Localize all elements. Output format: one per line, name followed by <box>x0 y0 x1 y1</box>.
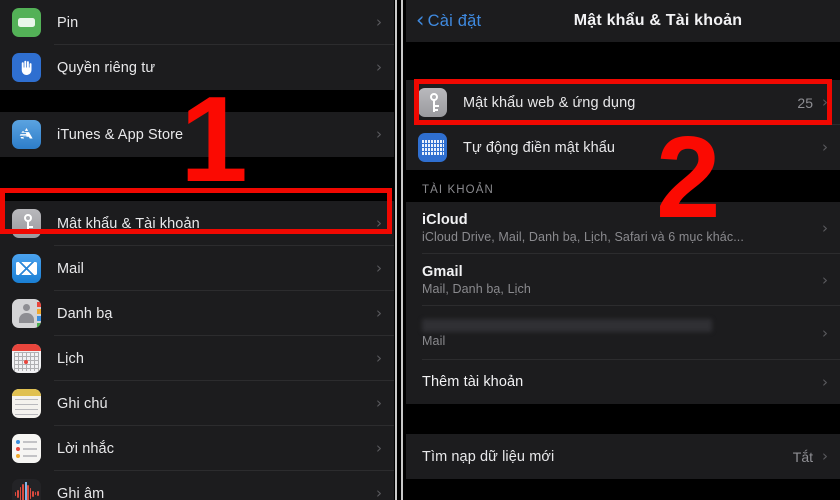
sidebar-item-reminders[interactable]: Lời nhắc › <box>0 426 394 471</box>
row-label: Mật khẩu web & ứng dụng <box>463 94 636 111</box>
fetch-data-group: Tìm nạp dữ liệu mới Tắt › <box>406 434 840 479</box>
sidebar-item-label: Lời nhắc <box>57 440 115 457</box>
page-title: Mật khẩu & Tài khoản <box>573 12 743 29</box>
chevron-right-icon: › <box>376 58 382 76</box>
keyboard-icon <box>418 133 447 162</box>
sidebar-item-label: Lịch <box>57 350 84 367</box>
key-icon <box>418 88 447 117</box>
account-row-redacted[interactable]: Mail › <box>406 306 840 360</box>
accounts-group: iCloud iCloud Drive, Mail, Danh bạ, Lịch… <box>406 202 840 404</box>
mail-icon <box>12 254 41 283</box>
sidebar-item-mail[interactable]: Mail › <box>0 246 394 291</box>
row-autofill-passwords[interactable]: Tự động điền mật khẩu › <box>406 125 840 170</box>
add-account-label: Thêm tài khoản <box>422 374 524 390</box>
reminders-icon <box>12 434 41 463</box>
settings-group-system: Pin › Quyền riêng tư › <box>0 0 394 90</box>
row-website-app-passwords[interactable]: Mật khẩu web & ứng dụng 25 › <box>406 80 840 125</box>
panel-divider <box>394 0 406 500</box>
sidebar-item-label: Mật khẩu & Tài khoản <box>57 215 200 232</box>
account-title: iCloud <box>422 212 468 228</box>
chevron-right-icon: › <box>822 218 828 237</box>
tutorial-screenshot: Pin › Quyền riêng tư › iTunes & App Stor… <box>0 0 840 500</box>
sidebar-item-voice-memos[interactable]: Ghi âm › <box>0 471 394 500</box>
sidebar-item-itunes-app-store[interactable]: iTunes & App Store › <box>0 112 394 157</box>
key-icon <box>12 209 41 238</box>
chevron-right-icon: › <box>376 439 382 457</box>
chevron-right-icon: › <box>822 138 828 156</box>
row-label: Tự động điền mật khẩu <box>463 139 616 156</box>
fetch-status-value: Tắt <box>792 448 813 465</box>
right-settings-panel: ‹ Cài đặt Mật khẩu & Tài khoản Mật khẩu … <box>406 0 840 500</box>
chevron-right-icon: › <box>822 323 828 342</box>
sidebar-item-label: iTunes & App Store <box>57 126 184 143</box>
chevron-right-icon: › <box>822 93 828 111</box>
sidebar-item-passwords-accounts[interactable]: Mật khẩu & Tài khoản › <box>0 201 394 246</box>
calendar-icon <box>12 344 41 373</box>
accounts-section-header-area: TÀI KHOẢN <box>406 170 840 202</box>
chevron-right-icon: › <box>376 259 382 277</box>
chevron-right-icon: › <box>376 394 382 412</box>
settings-group-accounts: Mật khẩu & Tài khoản › Mail › Danh bạ › … <box>0 201 394 500</box>
sidebar-item-label: Ghi âm <box>57 485 105 500</box>
group-gap <box>406 404 840 434</box>
chevron-right-icon: › <box>822 372 828 391</box>
password-settings-group: Mật khẩu web & ứng dụng 25 › Tự động điề… <box>406 80 840 170</box>
hand-privacy-icon <box>12 53 41 82</box>
app-store-icon <box>12 120 41 149</box>
notes-icon <box>12 389 41 418</box>
redacted-account-title <box>422 318 712 332</box>
sidebar-item-notes[interactable]: Ghi chú › <box>0 381 394 426</box>
account-subtitle: iCloud Drive, Mail, Danh bạ, Lịch, Safar… <box>422 230 744 244</box>
account-row-gmail[interactable]: Gmail Mail, Danh bạ, Lịch › <box>406 254 840 306</box>
sidebar-item-label: Danh bạ <box>57 305 113 322</box>
voice-memos-icon <box>12 479 41 500</box>
left-settings-panel: Pin › Quyền riêng tư › iTunes & App Stor… <box>0 0 394 500</box>
chevron-right-icon: › <box>822 447 828 465</box>
sidebar-item-label: Mail <box>57 260 84 277</box>
row-fetch-new-data[interactable]: Tìm nạp dữ liệu mới Tắt › <box>406 434 840 479</box>
sidebar-item-label: Pin <box>57 14 79 31</box>
account-subtitle: Mail, Danh bạ, Lịch <box>422 282 531 296</box>
contacts-icon <box>12 299 41 328</box>
account-row-icloud[interactable]: iCloud iCloud Drive, Mail, Danh bạ, Lịch… <box>406 202 840 254</box>
sidebar-item-calendar[interactable]: Lịch › <box>0 336 394 381</box>
password-count-badge: 25 <box>797 94 813 111</box>
chevron-right-icon: › <box>376 349 382 367</box>
navigation-bar: ‹ Cài đặt Mật khẩu & Tài khoản <box>406 0 840 42</box>
add-account-row[interactable]: Thêm tài khoản › <box>406 360 840 404</box>
settings-group-store: iTunes & App Store › <box>0 112 394 157</box>
sidebar-item-battery[interactable]: Pin › <box>0 0 394 45</box>
account-title: Gmail <box>422 264 463 280</box>
sidebar-item-label: Ghi chú <box>57 395 108 412</box>
row-label: Tìm nạp dữ liệu mới <box>422 448 555 465</box>
battery-icon <box>12 8 41 37</box>
chevron-right-icon: › <box>376 484 382 500</box>
group-gap <box>406 42 840 80</box>
section-header-accounts: TÀI KHOẢN <box>422 184 494 196</box>
account-subtitle: Mail <box>422 333 446 348</box>
sidebar-item-label: Quyền riêng tư <box>57 59 156 76</box>
sidebar-item-privacy[interactable]: Quyền riêng tư › <box>0 45 394 90</box>
chevron-right-icon: › <box>376 304 382 322</box>
chevron-right-icon: › <box>376 13 382 31</box>
chevron-right-icon: › <box>376 214 382 232</box>
chevron-right-icon: › <box>376 125 382 143</box>
group-gap <box>0 90 394 112</box>
chevron-right-icon: › <box>822 270 828 289</box>
sidebar-item-contacts[interactable]: Danh bạ › <box>0 291 394 336</box>
group-gap <box>0 157 394 201</box>
